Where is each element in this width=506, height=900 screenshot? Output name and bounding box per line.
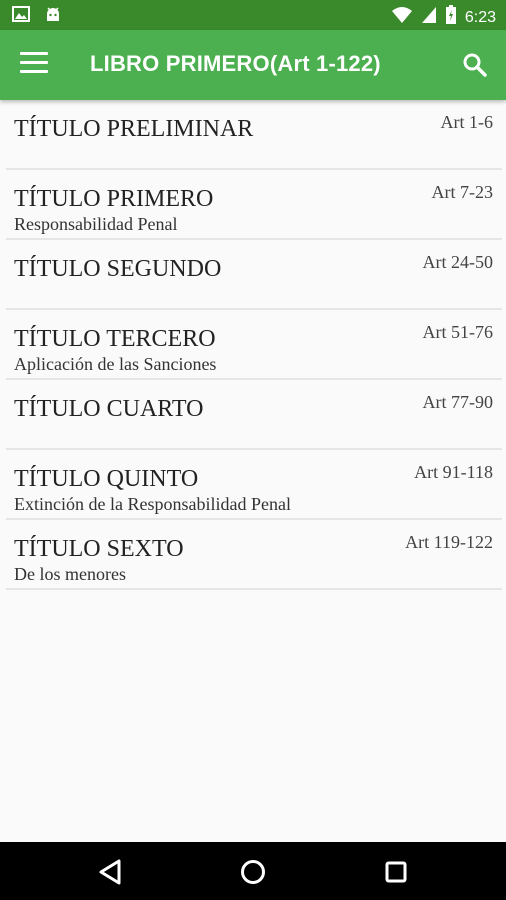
- list-item-articles: Art 91-118: [414, 462, 493, 482]
- signal-icon: [421, 6, 437, 29]
- list-item-title: TÍTULO PRIMERO: [14, 186, 214, 212]
- recents-icon[interactable]: [380, 856, 412, 888]
- list-item-title: TÍTULO TERCERO: [14, 326, 216, 352]
- list-item-articles: Art 119-122: [405, 532, 493, 552]
- home-icon[interactable]: [237, 856, 269, 888]
- battery-icon: [445, 5, 457, 30]
- list-item-title: TÍTULO SEXTO: [14, 536, 184, 562]
- list-item-subtitle: Extinción de la Responsabilidad Penal: [14, 494, 291, 514]
- status-time: 6:23: [464, 8, 496, 26]
- list-item-title: TÍTULO CUARTO: [14, 396, 204, 422]
- list-item-titulo-quinto[interactable]: TÍTULO QUINTO Extinción de la Responsabi…: [6, 450, 502, 520]
- list-item-articles: Art 77-90: [422, 392, 494, 412]
- list-item-titulo-primero[interactable]: TÍTULO PRIMERO Responsabilidad Penal Art…: [6, 170, 502, 240]
- title-list: TÍTULO PRELIMINAR Art 1-6 TÍTULO PRIMERO…: [6, 100, 502, 590]
- status-bar: 6:23: [0, 0, 506, 30]
- menu-icon[interactable]: [20, 52, 48, 78]
- list-item-titulo-tercero[interactable]: TÍTULO TERCERO Aplicación de las Sancion…: [6, 310, 502, 380]
- list-item-title: TÍTULO PRELIMINAR: [14, 116, 254, 142]
- search-icon[interactable]: [462, 52, 488, 78]
- page-title: LIBRO PRIMERO(Art 1-122): [90, 51, 381, 76]
- list-item-subtitle: De los menores: [14, 564, 126, 584]
- back-icon[interactable]: [95, 856, 127, 888]
- wifi-icon: [391, 6, 413, 29]
- android-icon: [44, 6, 62, 27]
- list-item-titulo-sexto[interactable]: TÍTULO SEXTO De los menores Art 119-122: [6, 520, 502, 590]
- list-item-subtitle: Responsabilidad Penal: [14, 214, 178, 234]
- list-item-title: TÍTULO QUINTO: [14, 466, 199, 492]
- list-item-articles: Art 1-6: [440, 112, 494, 132]
- navigation-bar: [0, 842, 506, 900]
- list-item-articles: Art 24-50: [422, 252, 494, 272]
- app-bar: LIBRO PRIMERO(Art 1-122): [0, 30, 506, 100]
- image-icon: [12, 6, 30, 27]
- list-item-title: TÍTULO SEGUNDO: [14, 256, 222, 282]
- list-item-articles: Art 7-23: [431, 182, 494, 202]
- list-item-titulo-preliminar[interactable]: TÍTULO PRELIMINAR Art 1-6: [6, 100, 502, 170]
- list-item-subtitle: Aplicación de las Sanciones: [14, 354, 217, 374]
- list-item-articles: Art 51-76: [422, 322, 494, 342]
- list-item-titulo-segundo[interactable]: TÍTULO SEGUNDO Art 24-50: [6, 240, 502, 310]
- list-item-titulo-cuarto[interactable]: TÍTULO CUARTO Art 77-90: [6, 380, 502, 450]
